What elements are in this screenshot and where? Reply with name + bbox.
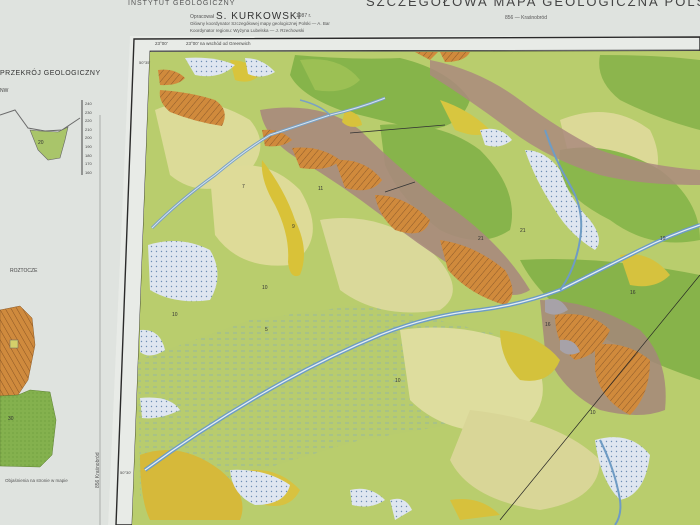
author-year: 1987 r. xyxy=(296,13,312,19)
legend-title: ROZTOCZE xyxy=(10,268,38,274)
unit-number: 10 xyxy=(172,312,178,318)
scale-tick: 200 xyxy=(85,135,92,141)
side-legend-green xyxy=(0,389,57,468)
unit-number: 21 xyxy=(520,228,526,234)
author-prefix: Opracował xyxy=(190,14,214,20)
scale-tick: 230 xyxy=(85,109,92,115)
peat-area xyxy=(148,241,218,302)
credit-line-2: Koordynator regionu: Wyżyna Lubelska — J… xyxy=(190,28,305,33)
institute-name: INSTYTUT GEOLOGICZNY xyxy=(128,0,236,7)
sheet-label: 856 — Kraśnobród xyxy=(505,15,547,21)
scale-tick: 170 xyxy=(85,161,92,167)
profile-scale: 240 230 220 210 200 190 180 170 160 xyxy=(85,100,92,177)
sheet-side-label: 856 Kraśnobród xyxy=(95,452,101,488)
unit-number: 10 xyxy=(262,285,268,291)
unit-number: 5 xyxy=(265,327,268,333)
profile-title: PRZEKRÓJ GEOLOGICZNY xyxy=(0,70,101,77)
map-canvas xyxy=(0,0,700,525)
unit-number: 16 xyxy=(545,322,551,328)
scale-tick: 160 xyxy=(85,169,92,175)
profile-subtitle: NW xyxy=(0,88,9,94)
unit-number: 21 xyxy=(478,236,484,242)
unit-number: 10 xyxy=(590,410,596,416)
map-body xyxy=(132,51,700,525)
unit-number: 19 xyxy=(660,236,666,242)
unit-number: 7 xyxy=(242,184,245,190)
section-number: 20 xyxy=(38,140,44,146)
unit-number: 10 xyxy=(395,378,401,384)
scale-tick: 210 xyxy=(85,126,92,132)
frame-tick: 50°35' xyxy=(139,60,151,65)
corner-label: 23°00' na wschód od Greenwich xyxy=(186,41,251,46)
unit-number: 9 xyxy=(292,224,295,230)
section-number: 30 xyxy=(8,416,14,422)
scale-tick: 240 xyxy=(85,101,92,106)
scale-tick: 220 xyxy=(85,118,92,124)
scale-tick: 190 xyxy=(85,143,92,149)
frame-tick: 50°30' xyxy=(120,470,132,475)
unit-number: 11 xyxy=(318,186,324,192)
scale-tick: 180 xyxy=(85,152,92,158)
credit-line-1: Główny koordynator Szczegółowej mapy geo… xyxy=(190,21,330,26)
unit-number: 16 xyxy=(630,290,636,296)
geological-map-sheet: INSTYTUT GEOLOGICZNY Opracował S. KURKOW… xyxy=(0,0,700,525)
map-title: SZCZEGÓŁOWA MAPA GEOLOGICZNA POLSKI xyxy=(366,0,700,9)
footnote: Objaśnienia na stronie w mapie xyxy=(5,478,68,483)
corner-coordinate: 23°00' xyxy=(155,41,168,46)
